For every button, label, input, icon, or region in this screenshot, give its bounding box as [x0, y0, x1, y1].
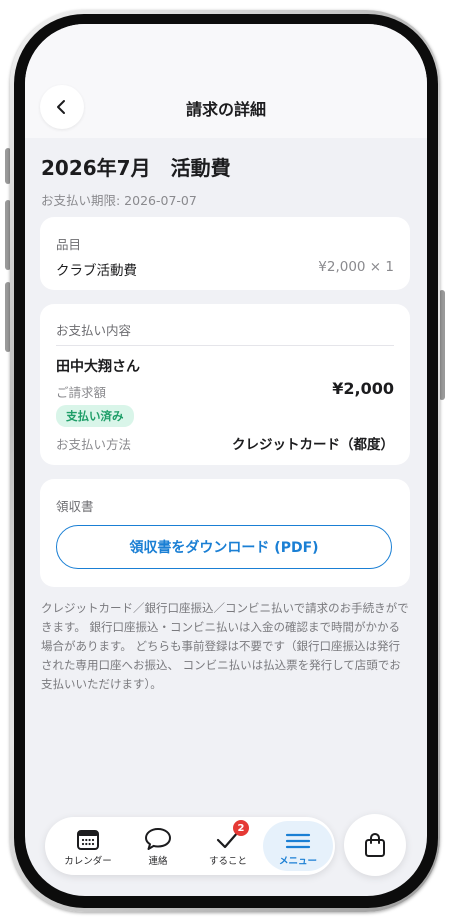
- receipt-card: 領収書 領収書をダウンロード (PDF): [40, 479, 410, 587]
- nav-label-messages: 連絡: [148, 856, 168, 867]
- method-label: お支払い方法: [56, 437, 132, 452]
- bottom-nav: カレンダー 連絡 2 すること メニュー: [45, 817, 335, 875]
- receipt-card-label: 領収書: [56, 499, 94, 514]
- payer-name: 田中大翔さん: [56, 359, 140, 375]
- nav-label-calendar: カレンダー: [64, 856, 112, 867]
- nav-item-todo[interactable]: 2 すること: [193, 820, 263, 871]
- shopping-bag-button[interactable]: [344, 814, 406, 876]
- screen: 請求の詳細 2026年7月 活動費 お支払い期限: 2026-07-07 品目 …: [25, 24, 427, 896]
- nav-item-menu[interactable]: メニュー: [263, 821, 333, 871]
- status-badge: 支払い済み: [56, 405, 134, 427]
- payment-card-label: お支払い内容: [56, 323, 132, 338]
- amount-label: ご請求額: [56, 385, 107, 400]
- nav-item-calendar[interactable]: カレンダー: [53, 821, 123, 871]
- top-bar: 請求の詳細: [25, 24, 427, 138]
- amount-value: ¥2,000: [332, 379, 394, 398]
- nav-label-menu: メニュー: [278, 856, 317, 867]
- items-card-label: 品目: [56, 237, 82, 252]
- page-title: 請求の詳細: [185, 100, 266, 119]
- divider: [56, 345, 394, 346]
- shopping-bag-icon: [365, 832, 385, 857]
- payment-note: クレジットカード／銀行口座振込／コンビニ払いで請求のお手続きができます。 銀行口…: [41, 601, 409, 691]
- calendar-icon: [77, 830, 99, 850]
- method-value: クレジットカード（都度）: [232, 437, 394, 453]
- download-receipt-button[interactable]: 領収書をダウンロード (PDF): [56, 525, 392, 569]
- menu-icon: [285, 833, 311, 849]
- due-date: お支払い期限: 2026-07-07: [41, 193, 197, 208]
- item-name: クラブ活動費: [56, 263, 137, 279]
- nav-item-messages[interactable]: 連絡: [123, 821, 193, 871]
- items-card: 品目 クラブ活動費 ¥2,000 × 1: [40, 217, 410, 290]
- item-price: ¥2,000 × 1: [318, 259, 394, 275]
- payment-card: お支払い内容 田中大翔さん ご請求額 ¥2,000 支払い済み お支払い方法 ク…: [40, 304, 410, 465]
- chat-bubble-icon: [145, 828, 171, 850]
- invoice-title: 2026年7月 活動費: [41, 156, 231, 180]
- nav-label-todo: すること: [208, 856, 247, 867]
- todo-count-badge: 2: [233, 820, 249, 836]
